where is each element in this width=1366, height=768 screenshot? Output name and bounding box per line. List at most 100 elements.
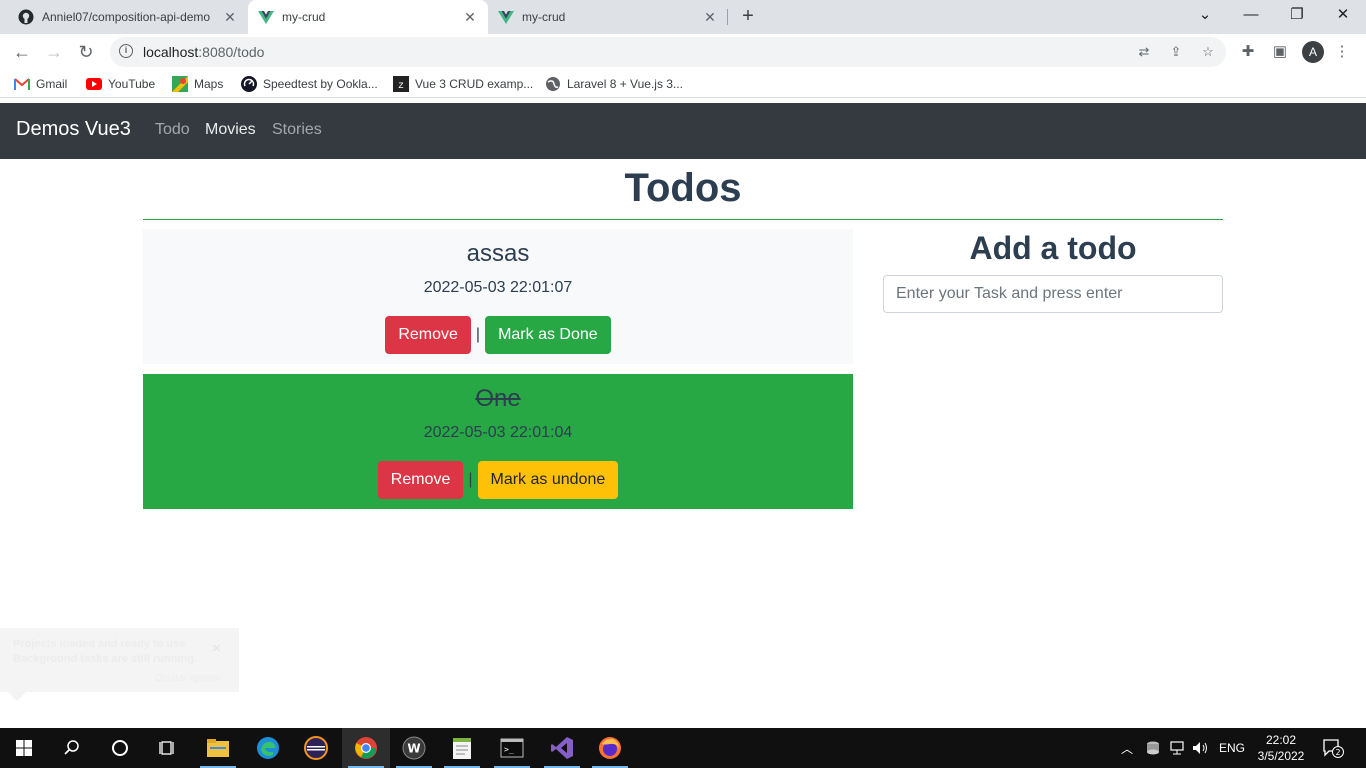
task-view-icon[interactable] <box>144 728 192 768</box>
start-windows-icon[interactable] <box>0 728 48 768</box>
todo-timestamp: 2022-05-03 22:01:04 <box>423 424 573 441</box>
toast-pointer <box>8 692 26 701</box>
translate-icon[interactable]: ⇄ <box>1136 44 1152 60</box>
tab-title: my-crud <box>522 10 566 24</box>
tab-title: Anniel07/composition-api-demo <box>42 10 211 24</box>
bookmark-laravel-vue[interactable]: Laravel 8 + Vue.js 3... <box>545 75 683 93</box>
menu-kebab-icon[interactable]: ⋮ <box>1332 42 1352 62</box>
back-arrow-icon[interactable]: ← <box>10 40 34 64</box>
bookmark-vue-crud[interactable]: z Vue 3 CRUD examp... <box>393 75 533 93</box>
tab-separator <box>727 9 728 25</box>
chrome-icon[interactable] <box>342 728 390 768</box>
mark-done-button[interactable]: Mark as Done <box>485 316 611 354</box>
todo-timestamp: 2022-05-03 22:01:07 <box>423 279 573 296</box>
clock-date: 3/5/2022 <box>1257 749 1305 763</box>
title-divider <box>143 219 1223 220</box>
bookmark-speedtest[interactable]: Speedtest by Ookla... <box>241 75 378 93</box>
app-navbar: Demos Vue3 Todo Movies Stories <box>0 103 1366 159</box>
reload-icon[interactable]: ↻ <box>74 40 98 64</box>
youtube-icon <box>86 76 102 92</box>
new-tab-button[interactable]: + <box>736 5 760 29</box>
add-todo-title: Add a todo <box>969 230 1137 266</box>
search-icon[interactable] <box>48 728 96 768</box>
file-explorer-icon[interactable] <box>194 728 242 768</box>
bookmarks-bar: Gmail YouTube Maps Speedtest by Ookla...… <box>0 70 1366 98</box>
tab-search-chevron-icon[interactable]: ⌄ <box>1182 0 1228 30</box>
bookmark-maps[interactable]: Maps <box>172 75 223 93</box>
todo-card-done: One 2022-05-03 22:01:04 Remove | Mark as… <box>143 374 853 509</box>
svg-text:z: z <box>398 81 404 92</box>
close-tab-icon[interactable]: ✕ <box>222 9 238 26</box>
close-tab-icon[interactable]: ✕ <box>462 9 478 26</box>
profile-avatar[interactable]: A <box>1302 41 1324 63</box>
bookmark-gmail[interactable]: Gmail <box>14 75 67 93</box>
clock[interactable]: 22:02 3/5/2022 <box>1252 732 1310 764</box>
url-text[interactable]: localhost:8080/todo <box>143 44 264 60</box>
vue-icon <box>498 9 514 25</box>
notification-toast: Projects loaded and ready to use Backgro… <box>0 628 239 692</box>
visual-studio-icon[interactable] <box>538 728 586 768</box>
toast-line-2: Background tasks are still running. <box>13 653 197 665</box>
minimize-button[interactable]: — <box>1228 0 1274 30</box>
vue-icon <box>258 9 274 25</box>
nav-link-movies[interactable]: Movies <box>205 121 256 139</box>
action-center-icon[interactable]: 2 <box>1322 728 1344 768</box>
browser-toolbar: ← → ↻ i localhost:8080/todo ⇄ ⇪ ☆ ✚ ▣ A … <box>0 34 1366 70</box>
speedtest-icon <box>241 76 257 92</box>
todo-card: assas 2022-05-03 22:01:07 Remove | Mark … <box>143 229 853 364</box>
share-icon[interactable]: ⇪ <box>1168 44 1184 60</box>
gmail-icon <box>14 76 30 92</box>
toast-link[interactable]: Ocultar ignorar <box>155 673 221 684</box>
eclipse-icon[interactable] <box>292 728 340 768</box>
action-separator: | <box>475 326 481 343</box>
side-panel-icon[interactable]: ▣ <box>1270 42 1290 62</box>
close-window-button[interactable]: ✕ <box>1320 0 1366 30</box>
todo-actions: Remove | Mark as undone <box>143 461 853 499</box>
terminal-icon[interactable]: >_ <box>488 728 536 768</box>
navbar-brand[interactable]: Demos Vue3 <box>16 118 131 141</box>
notepad-plus-icon[interactable] <box>438 728 486 768</box>
tray-overflow-chevron-icon[interactable]: ︿ <box>1121 728 1133 768</box>
forward-arrow-icon[interactable]: → <box>42 40 66 64</box>
page-title: Todos <box>624 166 742 210</box>
svg-text:W: W <box>407 742 420 756</box>
toast-line-1: Projects loaded and ready to use <box>13 638 186 650</box>
bookmark-youtube[interactable]: YouTube <box>86 75 155 93</box>
tab-my-crud[interactable]: my-crud ✕ <box>488 0 728 34</box>
volume-icon[interactable] <box>1192 728 1210 768</box>
wamp-icon[interactable]: W <box>390 728 438 768</box>
todo-task-name: One <box>475 385 521 412</box>
tab-my-crud-active[interactable]: my-crud ✕ <box>248 0 488 34</box>
nav-link-stories[interactable]: Stories <box>272 121 322 139</box>
github-icon <box>18 9 34 25</box>
notification-count: 2 <box>1335 748 1340 757</box>
site-info-icon[interactable]: i <box>119 44 133 58</box>
todo-actions: Remove | Mark as Done <box>143 316 853 354</box>
task-input[interactable] <box>883 275 1223 313</box>
maps-icon <box>172 76 188 92</box>
network-drive-icon[interactable] <box>1145 728 1161 768</box>
extensions-puzzle-icon[interactable]: ✚ <box>1238 42 1258 62</box>
browser-tab-strip: Anniel07/composition-api-demo ✕ my-crud … <box>0 0 1366 34</box>
tab-title: my-crud <box>282 10 326 24</box>
remove-button[interactable]: Remove <box>385 316 471 354</box>
language-indicator[interactable]: ENG <box>1219 728 1245 768</box>
bookmark-star-icon[interactable]: ☆ <box>1200 44 1216 60</box>
remove-button[interactable]: Remove <box>377 461 464 499</box>
todo-task-name: assas <box>466 240 530 267</box>
globe-icon <box>545 76 561 92</box>
edge-icon[interactable] <box>244 728 292 768</box>
tab-github[interactable]: Anniel07/composition-api-demo ✕ <box>8 0 248 34</box>
toast-close-icon[interactable]: ✕ <box>212 642 221 655</box>
close-tab-icon[interactable]: ✕ <box>702 9 718 26</box>
address-bar[interactable]: i localhost:8080/todo ⇄ ⇪ ☆ <box>110 37 1226 67</box>
windows-taskbar: W >_ ︿ ENG 22:02 3/5/2022 2 <box>0 728 1366 768</box>
cortana-icon[interactable] <box>96 728 144 768</box>
svg-text:>_: >_ <box>504 745 514 754</box>
mark-undone-button[interactable]: Mark as undone <box>477 461 619 499</box>
firefox-icon[interactable] <box>586 728 634 768</box>
restore-button[interactable]: ❐ <box>1274 0 1320 30</box>
nav-link-todo[interactable]: Todo <box>155 121 190 139</box>
action-separator: | <box>468 471 473 488</box>
network-icon[interactable] <box>1169 728 1185 768</box>
